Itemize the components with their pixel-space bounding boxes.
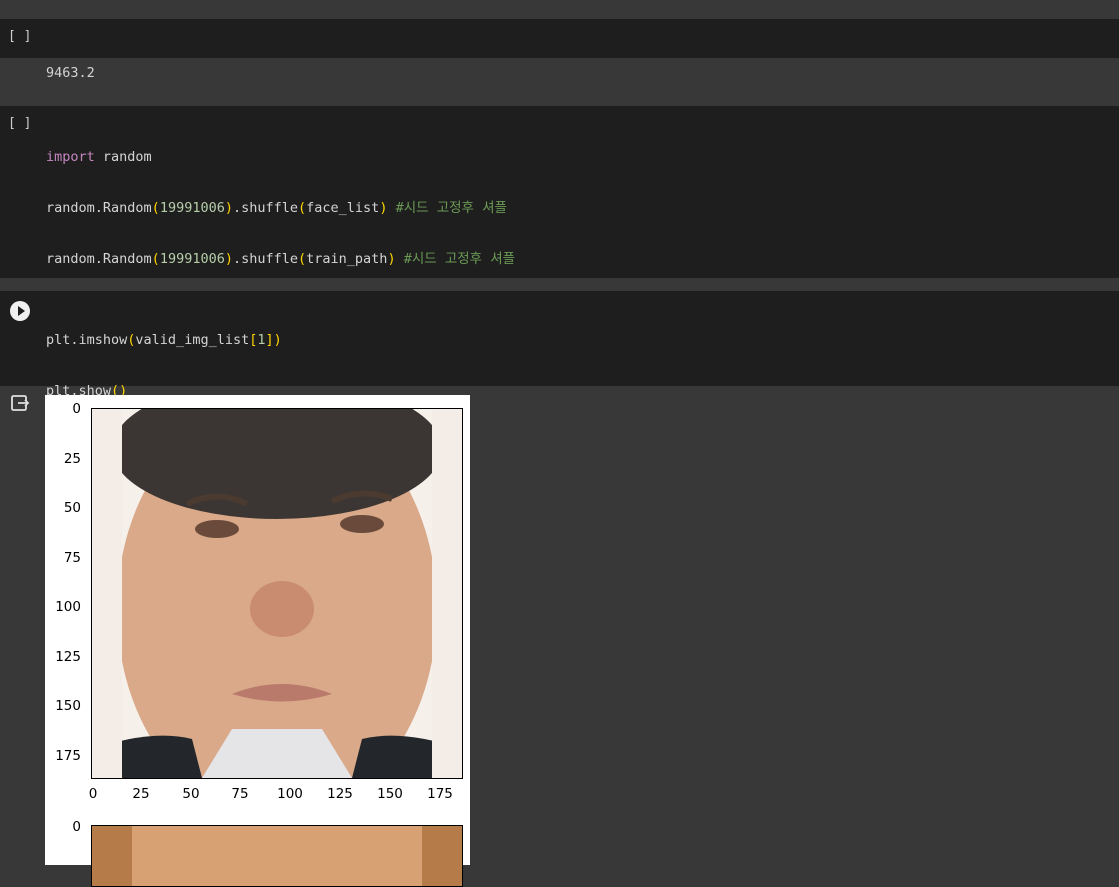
- x-tick-label: 50: [182, 786, 200, 802]
- code-cell-3[interactable]: plt.imshow(valid_img_list[1]) plt.show()…: [0, 291, 1119, 501]
- x-tick-label: 125: [327, 786, 353, 802]
- top-strip: [0, 0, 1119, 19]
- y-tick-label: 175: [55, 748, 81, 764]
- y-tick-label: 0: [72, 819, 81, 835]
- code-cell-2[interactable]: [ ] import random random.Random(19991006…: [0, 106, 1119, 522]
- image-1-axes: [91, 408, 463, 779]
- face-image-2: [92, 826, 462, 886]
- y-tick-label: 50: [63, 500, 81, 516]
- x-tick-label: 0: [88, 786, 98, 802]
- image-2-axes: [91, 825, 463, 887]
- x-tick-label: 25: [132, 786, 150, 802]
- play-circle-icon[interactable]: [10, 301, 30, 321]
- y-tick-label: 100: [55, 599, 81, 615]
- cell-1-output: 9463.2: [0, 58, 1119, 94]
- x-tick-label: 175: [427, 786, 453, 802]
- cell-run-gutter[interactable]: [ ]: [8, 116, 31, 131]
- output-redirect-icon[interactable]: [10, 393, 30, 413]
- x-tick-label: 75: [231, 786, 249, 802]
- y-tick-label: 125: [55, 649, 81, 665]
- output-text: 9463.2: [46, 65, 95, 81]
- x-tick-label: 150: [377, 786, 403, 802]
- y-tick-label: 75: [63, 550, 81, 566]
- y-tick-label: 150: [55, 698, 81, 714]
- x-tick-label: 100: [277, 786, 303, 802]
- cell-run-gutter[interactable]: [ ]: [8, 29, 31, 44]
- face-image-1: [92, 409, 462, 778]
- plot-output-panel: 0 25 50 75 100 125 150 175 0 25 50 75 10…: [45, 395, 470, 887]
- y-tick-label: 25: [63, 451, 81, 467]
- y-tick-label: 0: [72, 401, 81, 417]
- code-cell-1[interactable]: [ ] len(face_list)*0.8 #총 데이터수 갯수*0.8 파악: [0, 19, 1119, 78]
